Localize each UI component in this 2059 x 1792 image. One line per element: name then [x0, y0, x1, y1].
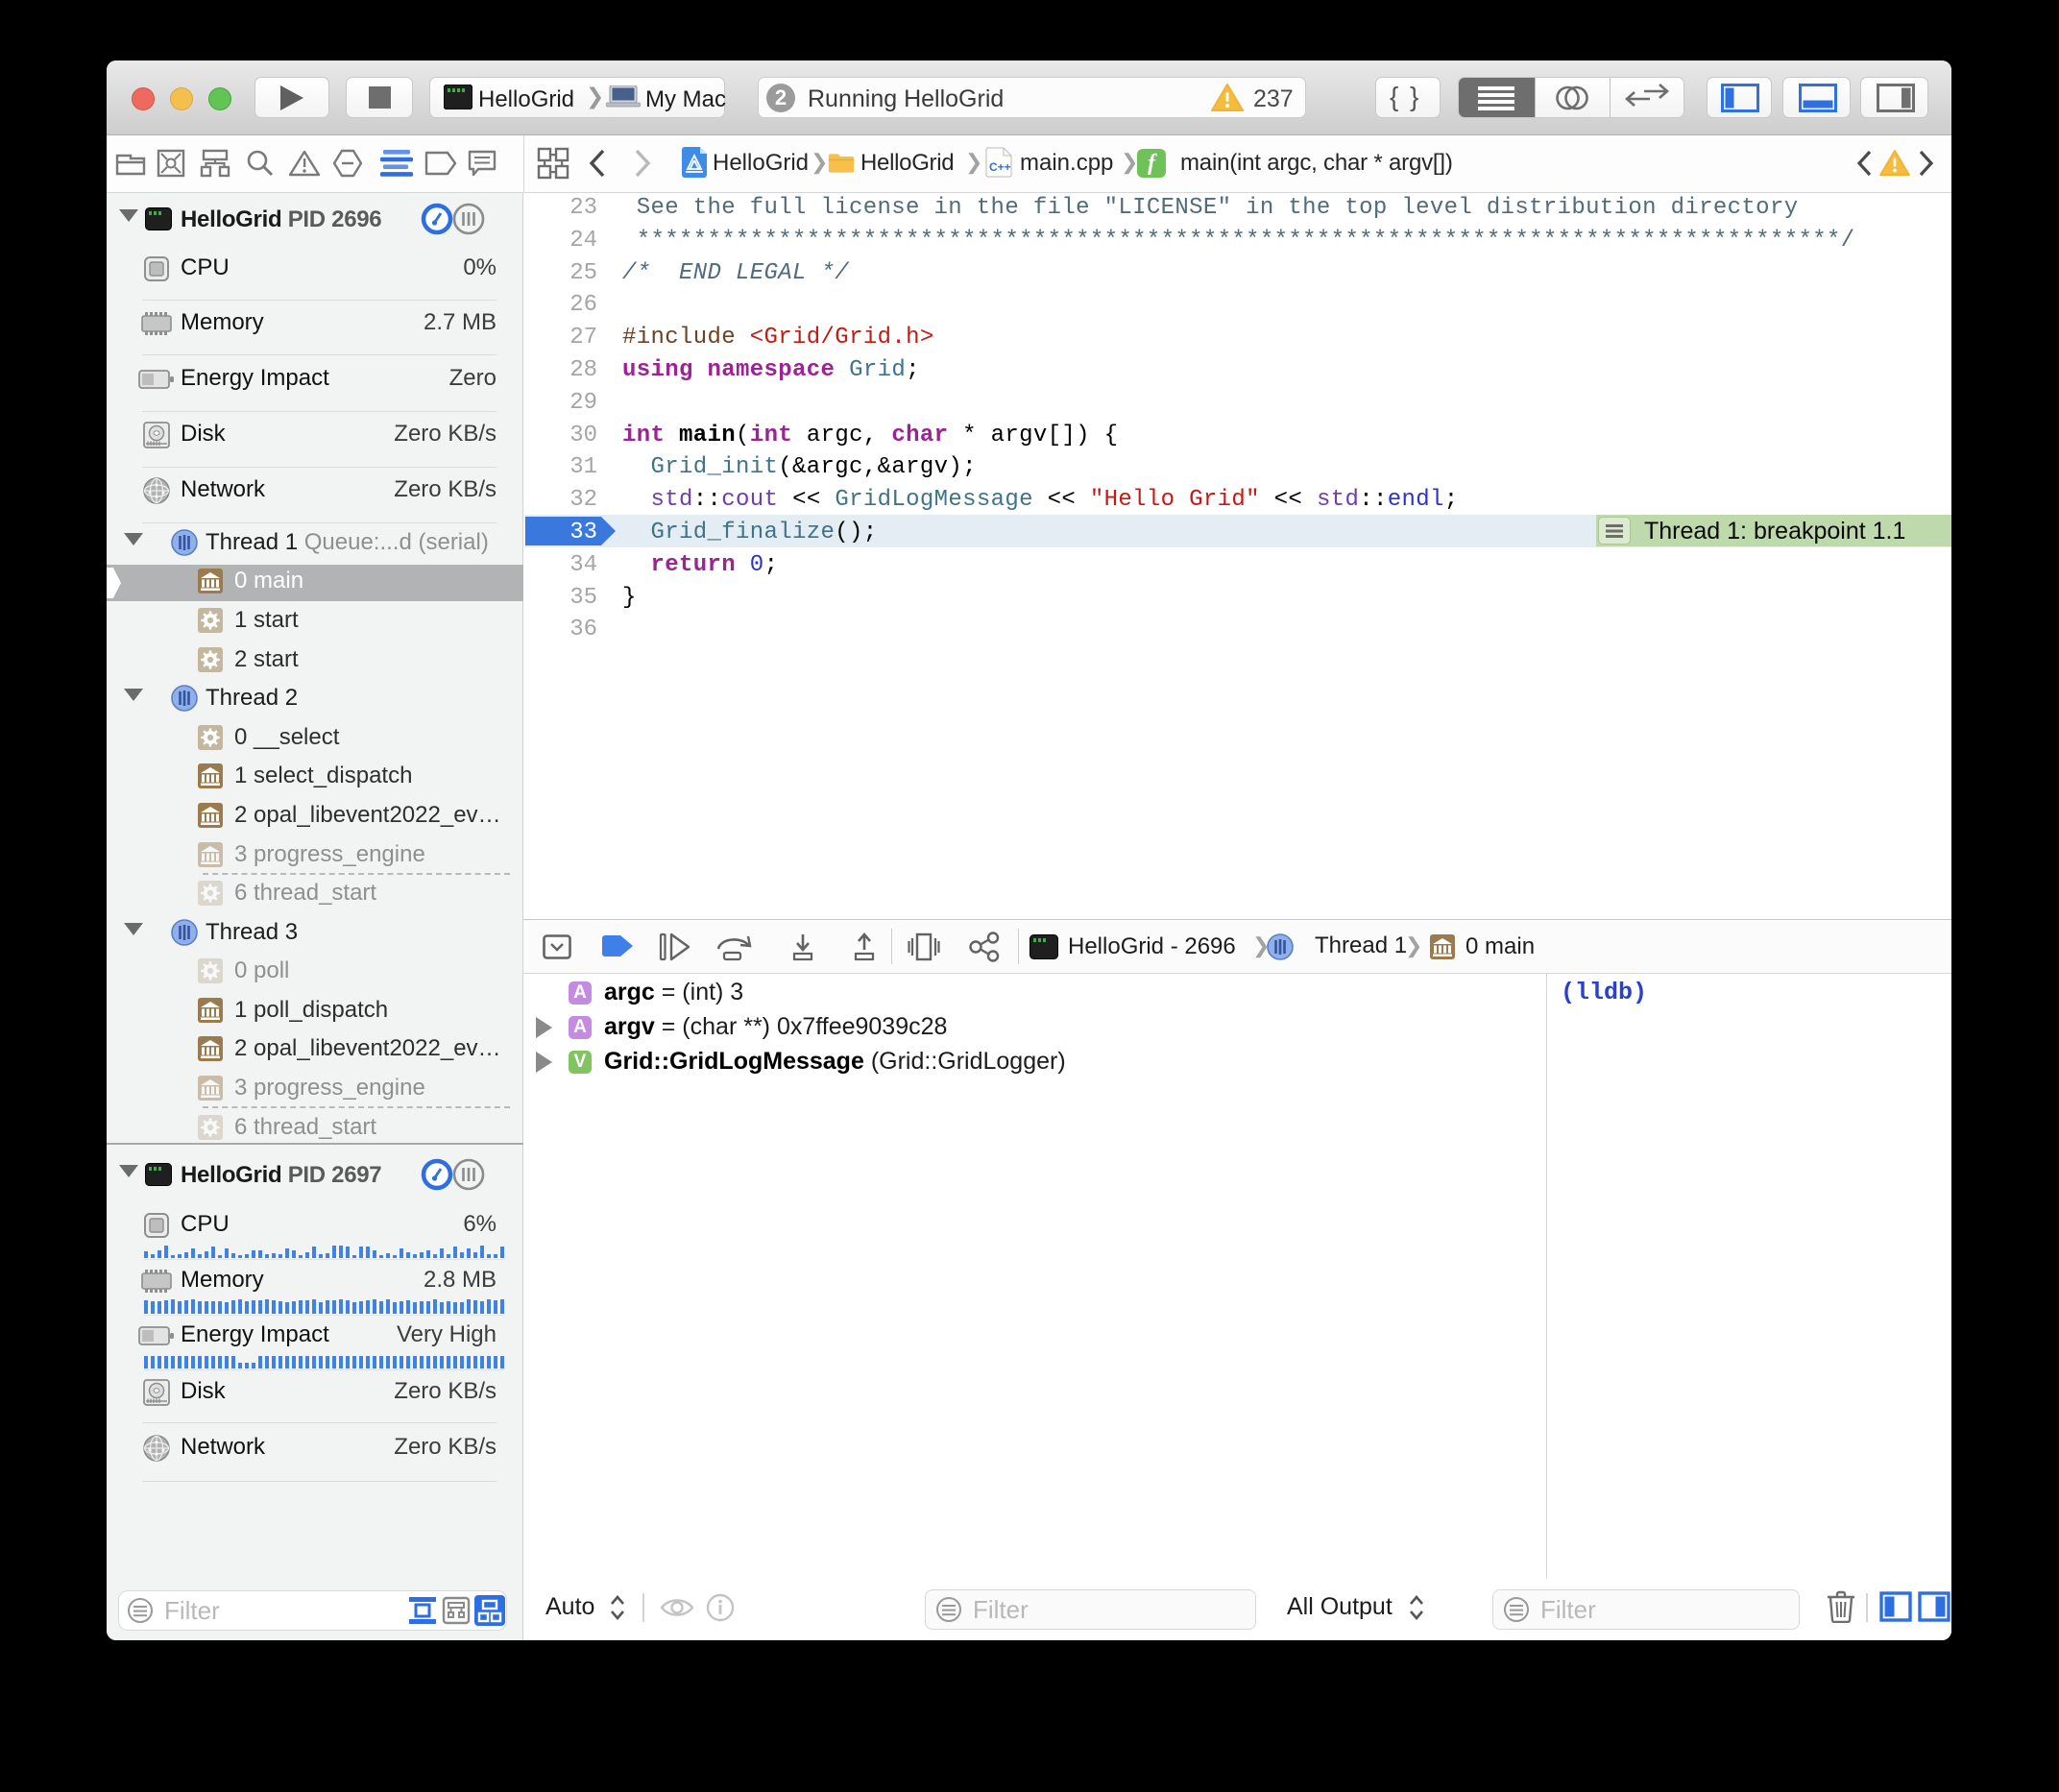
svg-text:C++: C++ — [989, 160, 1011, 174]
